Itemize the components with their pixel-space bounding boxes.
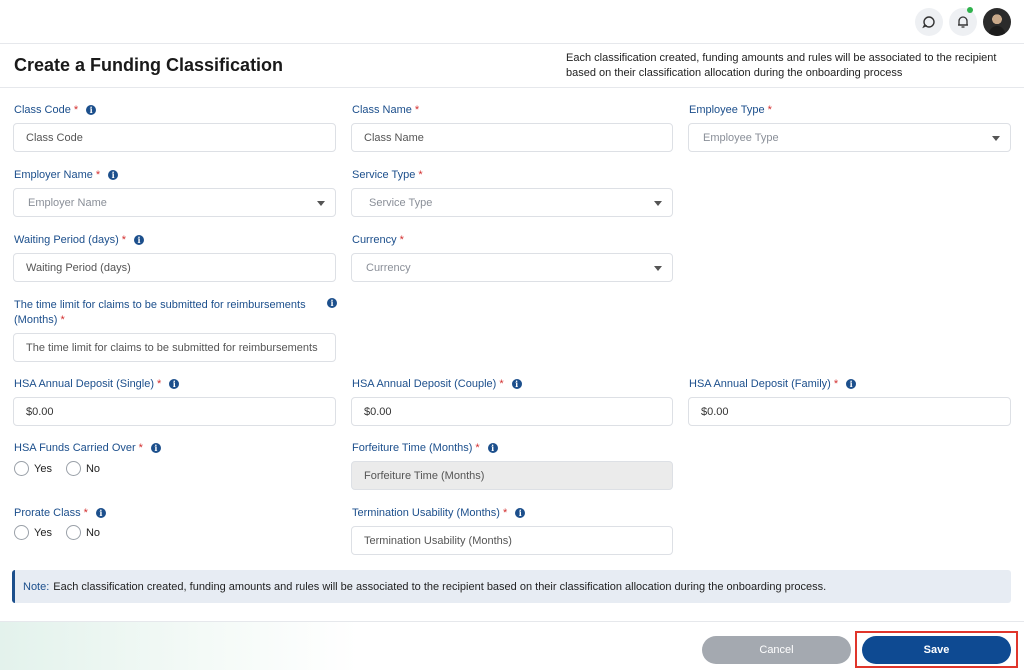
chevron-down-icon	[992, 136, 1000, 141]
save-highlight-box	[855, 631, 1018, 668]
employee-type-select[interactable]: Employee Type	[688, 123, 1011, 152]
info-icon[interactable]: i	[134, 235, 145, 245]
chevron-down-icon	[317, 201, 325, 206]
hsa-single-label: HSA Annual Deposit (Single) * i	[14, 378, 180, 390]
termination-usability-label: Termination Usability (Months) * i	[352, 507, 526, 519]
forfeiture-time-label: Forfeiture Time (Months) * i	[352, 442, 498, 454]
employer-name-select[interactable]: Employer Name	[13, 188, 336, 217]
radio-button[interactable]	[65, 461, 81, 476]
info-icon[interactable]: i	[169, 379, 180, 389]
notifications-button[interactable]	[949, 8, 977, 36]
bell-icon	[958, 16, 968, 28]
hsa-carried-over-radio-group: Yes No	[14, 461, 114, 476]
hsa-couple-label: HSA Annual Deposit (Couple) * i	[352, 378, 522, 390]
user-avatar[interactable]	[983, 8, 1011, 36]
top-bar	[0, 0, 1024, 44]
hsa-couple-input[interactable]: $0.00	[351, 397, 673, 426]
waiting-period-input[interactable]: Waiting Period (days)	[13, 253, 336, 282]
notification-dot	[967, 7, 973, 13]
chevron-down-icon	[654, 201, 662, 206]
help-icon	[922, 16, 935, 29]
claims-time-limit-input[interactable]: The time limit for claims to be submitte…	[13, 333, 336, 362]
class-name-input[interactable]: Class Name	[351, 123, 673, 152]
hsa-carried-over-no[interactable]: No	[65, 461, 100, 476]
info-icon[interactable]: i	[511, 379, 522, 389]
hsa-carried-over-label: HSA Funds Carried Over * i	[14, 442, 161, 454]
radio-button[interactable]	[14, 461, 29, 476]
class-code-input[interactable]: Class Code	[13, 123, 336, 152]
radio-button[interactable]	[65, 525, 81, 540]
class-code-label: Class Code * i	[14, 104, 97, 116]
hsa-carried-over-yes[interactable]: Yes	[14, 461, 52, 476]
hsa-single-input[interactable]: $0.00	[13, 397, 336, 426]
termination-usability-input[interactable]: Termination Usability (Months)	[351, 526, 673, 555]
info-icon[interactable]: i	[150, 443, 161, 453]
service-type-select[interactable]: Service Type	[351, 188, 673, 217]
page-description: Each classification created, funding amo…	[566, 52, 997, 79]
employee-type-label: Employee Type *	[689, 104, 772, 116]
prorate-class-radio-group: Yes No	[14, 525, 114, 540]
claims-time-limit-label: The time limit for claims to be submitte…	[14, 298, 337, 328]
info-icon[interactable]: i	[95, 508, 106, 518]
cancel-button[interactable]: Cancel	[702, 636, 851, 664]
radio-button[interactable]	[14, 525, 29, 540]
prorate-class-no[interactable]: No	[65, 525, 100, 540]
note-banner: Note: Each classification created, fundin…	[12, 570, 1011, 603]
class-name-label: Class Name *	[352, 104, 420, 116]
waiting-period-label: Waiting Period (days) * i	[14, 234, 145, 246]
info-icon[interactable]: i	[86, 105, 97, 115]
currency-select[interactable]: Currency	[351, 253, 673, 282]
prorate-class-label: Prorate Class * i	[14, 507, 106, 519]
page-header: Create a Funding Classification Each cla…	[0, 45, 1024, 88]
forfeiture-time-input: Forfeiture Time (Months)	[351, 461, 673, 490]
info-icon[interactable]: i	[515, 508, 526, 518]
info-icon[interactable]: i	[327, 298, 337, 308]
prorate-class-yes[interactable]: Yes	[14, 525, 52, 540]
currency-label: Currency *	[352, 234, 404, 246]
info-icon[interactable]: i	[846, 379, 857, 389]
info-icon[interactable]: i	[487, 443, 498, 453]
employer-name-label: Employer Name * i	[14, 169, 119, 181]
service-type-label: Service Type *	[352, 169, 423, 181]
info-icon[interactable]: i	[108, 170, 119, 180]
chevron-down-icon	[654, 266, 662, 271]
page-title: Create a Funding Classification	[14, 55, 284, 75]
hsa-family-label: HSA Annual Deposit (Family) * i	[689, 378, 857, 390]
hsa-family-input[interactable]: $0.00	[688, 397, 1011, 426]
help-button[interactable]	[915, 8, 943, 36]
